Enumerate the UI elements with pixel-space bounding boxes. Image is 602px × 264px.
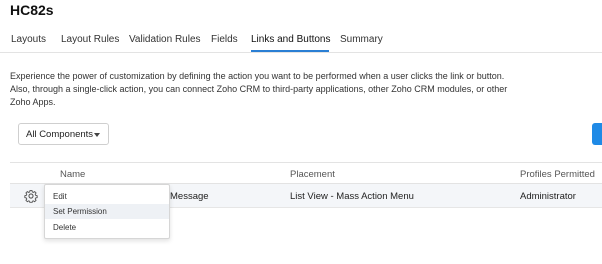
- tab-links-and-buttons[interactable]: Links and Buttons: [251, 34, 331, 45]
- menu-item-set-permission[interactable]: Set Permission: [45, 204, 169, 219]
- component-filter-dropdown[interactable]: All Components: [18, 123, 109, 145]
- chevron-down-icon: [94, 133, 100, 137]
- row-profiles: Administrator: [520, 191, 576, 202]
- gear-icon[interactable]: [24, 189, 38, 203]
- column-header-profiles: Profiles Permitted: [520, 169, 595, 180]
- table-header: Name Placement Profiles Permitted: [10, 162, 602, 184]
- new-button[interactable]: [592, 123, 602, 145]
- tab-bar: Layouts Layout Rules Validation Rules Fi…: [0, 26, 602, 53]
- row-action-menu: Edit Set Permission Delete: [44, 184, 170, 239]
- menu-item-edit[interactable]: Edit: [45, 189, 169, 204]
- tab-layouts[interactable]: Layouts: [11, 34, 46, 45]
- page-title: HC82s: [10, 2, 54, 18]
- tab-layout-rules[interactable]: Layout Rules: [61, 34, 119, 45]
- tab-fields[interactable]: Fields: [211, 34, 238, 45]
- description-line: Zoho Apps.: [10, 97, 56, 107]
- menu-item-delete[interactable]: Delete: [45, 220, 169, 235]
- row-placement: List View - Mass Action Menu: [290, 191, 414, 202]
- column-header-name: Name: [60, 169, 86, 180]
- page-description: Experience the power of customization by…: [10, 70, 550, 109]
- tab-summary[interactable]: Summary: [340, 34, 383, 45]
- row-name: Message: [170, 191, 209, 202]
- component-filter-label: All Components: [26, 129, 94, 140]
- column-header-placement: Placement: [290, 169, 335, 180]
- description-line: Also, through a single-click action, you…: [10, 84, 508, 94]
- tab-validation-rules[interactable]: Validation Rules: [129, 34, 201, 45]
- description-line: Experience the power of customization by…: [10, 71, 505, 81]
- active-tab-indicator: [251, 50, 329, 52]
